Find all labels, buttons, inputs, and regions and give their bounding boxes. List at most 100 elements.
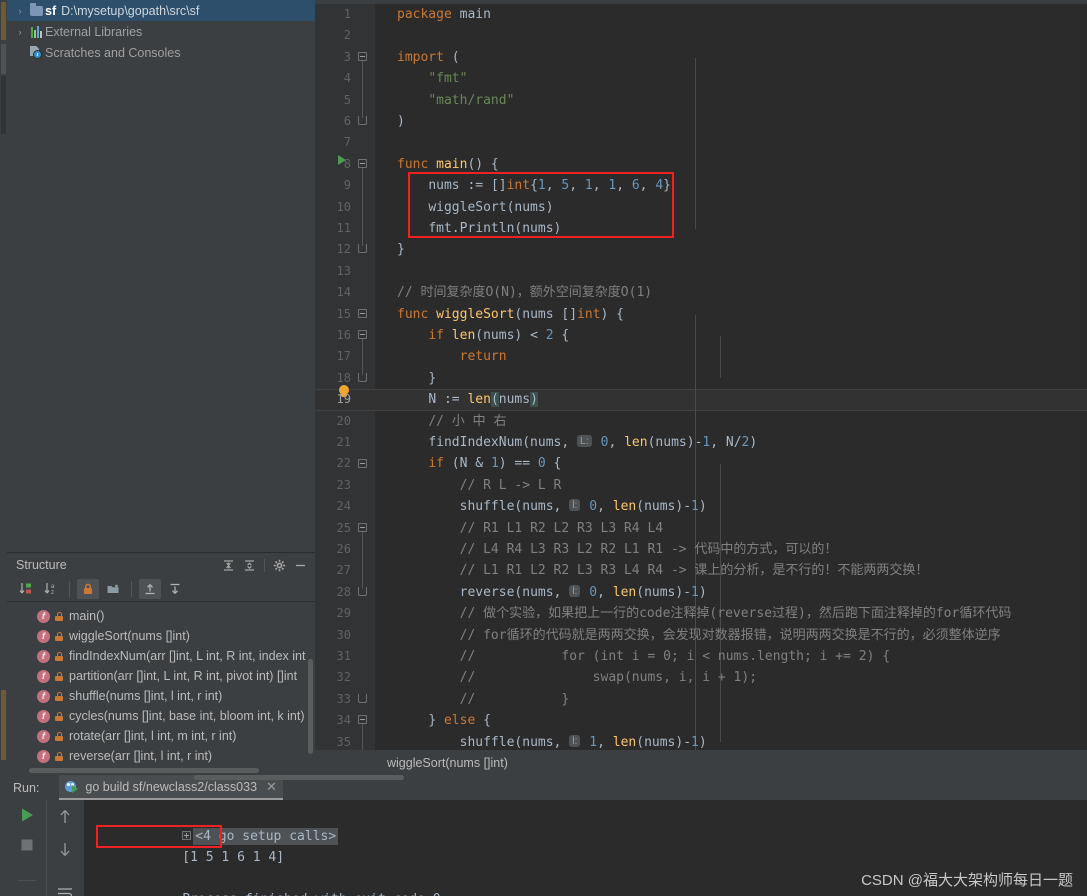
run-icon[interactable] (18, 806, 36, 824)
function-badge-icon: f (37, 609, 50, 623)
code-line[interactable] (315, 25, 1087, 46)
code-line[interactable]: // R L -> L R (315, 475, 1087, 496)
chevron-right-icon[interactable]: › (13, 4, 27, 18)
sort-by-visibility-icon[interactable] (15, 579, 37, 599)
code-line[interactable]: return (315, 346, 1087, 367)
code-line[interactable] (315, 132, 1087, 153)
code-line[interactable]: reverse(nums, l: 0, len(nums)-1) (315, 582, 1087, 603)
code-line[interactable] (315, 261, 1087, 282)
folder-icon (27, 2, 45, 16)
tree-item-name: sf (45, 3, 57, 18)
structure-vertical-scrollbar[interactable] (308, 659, 313, 754)
structure-item[interactable]: f wiggleSort(nums []int) (7, 626, 315, 646)
console-line-setup: <4 go setup calls> (84, 805, 1087, 845)
soft-wrap-icon[interactable] (56, 886, 74, 896)
code-line[interactable]: // L4 R4 L3 R3 L2 R2 L1 R1 -> 代码中的方式，可以的… (315, 539, 1087, 560)
breadcrumb-label: wiggleSort(nums []int) (387, 755, 508, 770)
structure-item-label: shuffle(nums []int, l int, r int) (69, 689, 223, 703)
code-line[interactable]: func wiggleSort(nums []int) { (315, 304, 1087, 325)
structure-item-label: cycles(nums []int, base int, bloom int, … (69, 709, 305, 723)
structure-item-label: wiggleSort(nums []int) (69, 629, 190, 643)
code-line[interactable]: import ( (315, 47, 1087, 68)
scroll-down-icon[interactable] (57, 841, 73, 858)
tree-item-label: External Libraries (45, 24, 143, 39)
close-icon[interactable]: ✕ (266, 779, 277, 795)
code-line[interactable]: } (315, 239, 1087, 260)
structure-item[interactable]: f main() (7, 606, 315, 626)
code-editor[interactable]: 1 package main 2 3 import (4 "fmt" 5 "math/ra… (315, 0, 1087, 775)
structure-item-label: rotate(arr []int, l int, m int, r int) (69, 729, 237, 743)
code-line[interactable]: shuffle(nums, l: 0, len(nums)-1) (315, 496, 1087, 517)
run-toolbar-right (46, 800, 82, 896)
code-line[interactable]: // swap(nums, i, i + 1); (315, 667, 1087, 688)
ide-window: › sf D:\mysetup\gopath\src\sf › External… (0, 0, 1087, 896)
hide-icon[interactable] (294, 559, 307, 572)
code-line[interactable]: } else { (315, 710, 1087, 731)
libraries-icon (27, 25, 45, 38)
editor-breadcrumb[interactable]: wiggleSort(nums []int) (315, 750, 1087, 775)
code-line[interactable]: package main (315, 4, 1087, 25)
collapse-all-icon[interactable] (243, 559, 256, 572)
process-finished-text: Process finished with exit code 0 (182, 892, 440, 896)
settings-gear-icon[interactable] (273, 559, 286, 572)
lock-icon (55, 631, 63, 641)
expand-all-icon[interactable] (222, 559, 235, 572)
structure-items-list[interactable]: f main() f wiggleSort(nums []int) f find… (7, 603, 315, 767)
structure-item-label: main() (69, 609, 105, 623)
structure-item-label: partition(arr []int, L int, R int, pivot… (69, 669, 298, 683)
run-label: Run: (13, 780, 40, 795)
code-line[interactable]: func main() { (315, 154, 1087, 175)
run-toolbar-left (8, 800, 46, 896)
toolbar-divider (69, 581, 70, 597)
code-line[interactable]: // for循环的代码就是两两交换，会发现对数器报错，说明两两交换是不行的，必须… (315, 625, 1087, 646)
structure-header: Structure (7, 553, 315, 577)
code-line[interactable]: // 小 中 右 (315, 411, 1087, 432)
go-run-icon (65, 780, 79, 794)
code-line[interactable]: // for (int i = 0; i < nums.length; i +=… (315, 646, 1087, 667)
console-scrollbar[interactable] (194, 775, 404, 780)
structure-item[interactable]: f rotate(arr []int, l int, m int, r int) (7, 726, 315, 746)
structure-item[interactable]: f shuffle(nums []int, l int, r int) (7, 686, 315, 706)
lock-icon (55, 751, 63, 761)
code-line[interactable]: nums := []int{1, 5, 1, 1, 6, 4} (315, 175, 1087, 196)
show-anonymous-icon[interactable] (164, 579, 186, 599)
code-line[interactable]: N := len(nums) (315, 389, 1087, 410)
stop-icon[interactable] (19, 837, 35, 853)
code-line[interactable]: "fmt" (315, 68, 1087, 89)
tree-item-sf[interactable]: › sf D:\mysetup\gopath\src\sf (7, 0, 315, 21)
tree-item-external-libraries[interactable]: › External Libraries (7, 21, 315, 42)
code-line[interactable]: } (315, 368, 1087, 389)
project-tool-window[interactable]: › sf D:\mysetup\gopath\src\sf › External… (7, 0, 315, 552)
structure-item[interactable]: f reverse(arr []int, l int, r int) (7, 746, 315, 766)
run-tool-window: Run: go build sf/newclass2/class033 ✕ <4… (0, 775, 1087, 896)
code-line[interactable]: // } (315, 689, 1087, 710)
sort-alphabetically-icon[interactable]: a z (40, 579, 62, 599)
structure-item[interactable]: f findIndexNum(arr []int, L int, R int, … (7, 646, 315, 666)
tree-item-scratches[interactable]: Scratches and Consoles (7, 42, 315, 63)
show-non-public-icon[interactable] (77, 579, 99, 599)
code-line[interactable]: "math/rand" (315, 90, 1087, 111)
code-line[interactable]: ) (315, 111, 1087, 132)
code-line[interactable]: // R1 L1 R2 L2 R3 L3 R4 L4 (315, 518, 1087, 539)
chevron-right-icon[interactable]: › (13, 25, 27, 39)
scratches-icon (27, 46, 45, 59)
code-line[interactable]: fmt.Println(nums) (315, 218, 1087, 239)
layout-icon[interactable] (18, 880, 36, 896)
function-badge-icon: f (37, 669, 50, 683)
show-inherited-icon[interactable] (139, 579, 161, 599)
edge-marker-gray (1, 44, 6, 74)
watermark-text: CSDN @福大大架构师每日一题 (861, 872, 1073, 889)
lock-icon (55, 651, 63, 661)
code-line[interactable]: // 做个实验，如果把上一行的code注释掉(reverse过程)，然后跑下面注… (315, 603, 1087, 624)
group-icon[interactable] (102, 579, 124, 599)
structure-item[interactable]: f partition(arr []int, L int, R int, piv… (7, 666, 315, 686)
code-line[interactable]: findIndexNum(nums, L: 0, len(nums)-1, N/… (315, 432, 1087, 453)
code-line[interactable]: // L1 R1 L2 R2 L3 R3 L4 R4 -> 课上的分析，是不行的… (315, 560, 1087, 581)
code-line[interactable]: // 时间复杂度O(N)，额外空间复杂度O(1) (315, 282, 1087, 303)
scroll-up-icon[interactable] (57, 808, 73, 825)
code-line[interactable]: if len(nums) < 2 { (315, 325, 1087, 346)
code-line[interactable]: wiggleSort(nums) (315, 197, 1087, 218)
structure-horizontal-scrollbar[interactable] (29, 768, 259, 773)
code-line[interactable]: if (N & 1) == 0 { (315, 453, 1087, 474)
structure-item[interactable]: f cycles(nums []int, base int, bloom int… (7, 706, 315, 726)
